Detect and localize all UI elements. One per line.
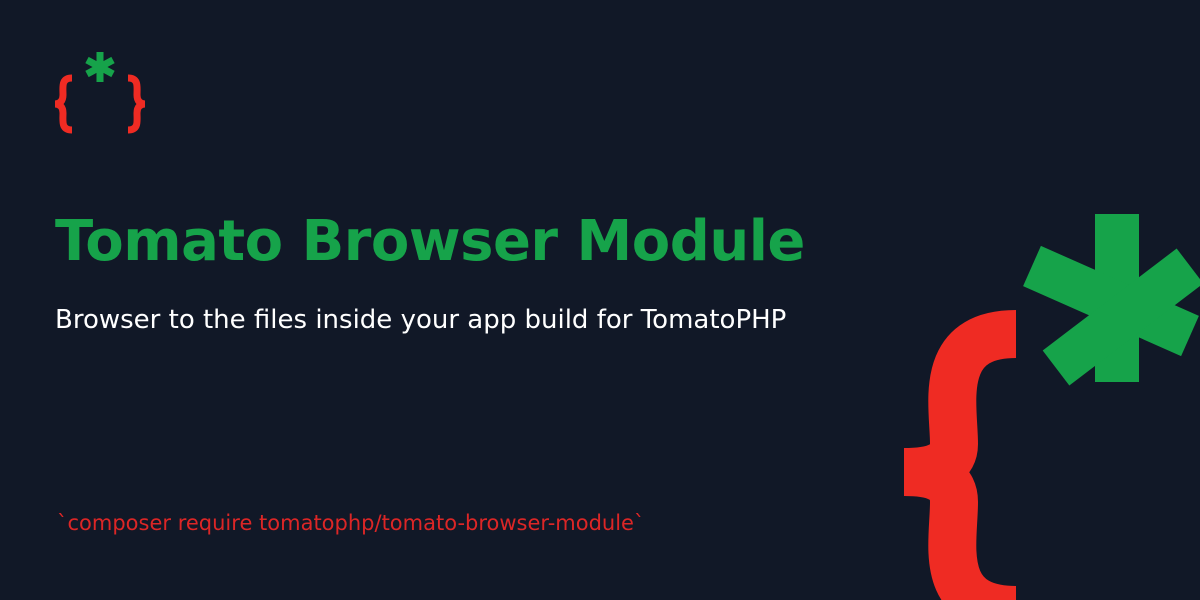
logo-large-icon	[903, 214, 1200, 600]
page-title: Tomato Browser Module	[55, 209, 805, 274]
install-command: `composer require tomatophp/tomato-brows…	[57, 511, 645, 535]
page-subtitle: Browser to the files inside your app bui…	[55, 305, 787, 335]
logo-small-icon	[54, 52, 146, 134]
